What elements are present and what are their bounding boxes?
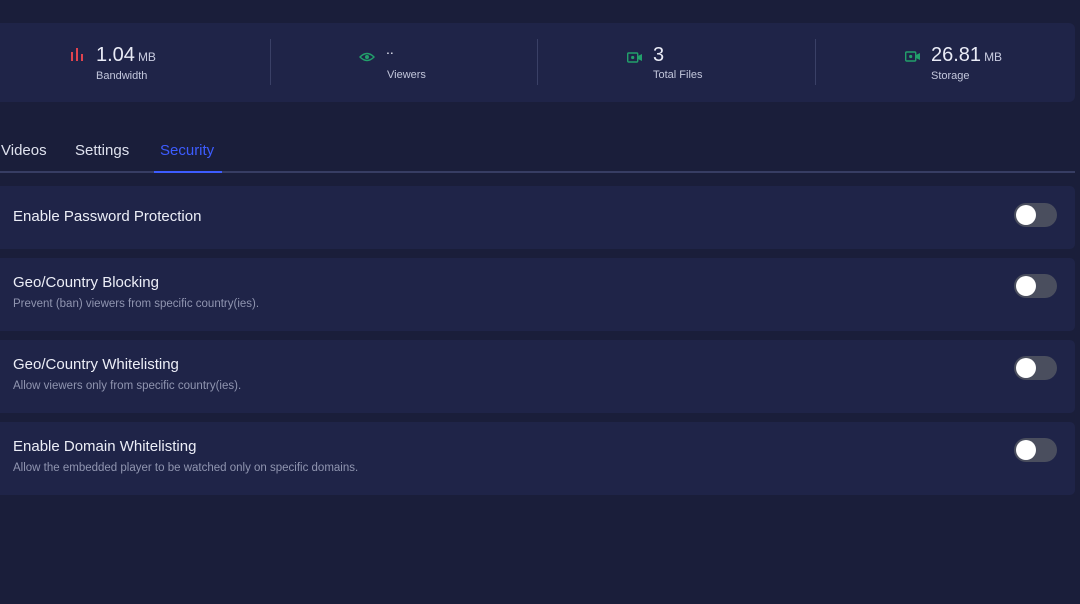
stat-label: Storage <box>931 70 970 82</box>
toggle-knob <box>1016 440 1036 460</box>
video-camera-icon <box>904 49 921 67</box>
divider <box>270 39 271 85</box>
setting-title: Enable Password Protection <box>13 208 202 225</box>
setting-description: Allow viewers only from specific country… <box>13 380 242 392</box>
toggle-knob <box>1016 358 1036 378</box>
tab-videos[interactable]: Videos <box>1 142 47 159</box>
eye-icon <box>359 49 375 67</box>
toggle-knob <box>1016 205 1036 225</box>
stat-value: .. <box>386 41 394 57</box>
setting-geo-blocking: Geo/Country Blocking Prevent (ban) viewe… <box>0 258 1075 331</box>
setting-description: Prevent (ban) viewers from specific coun… <box>13 298 260 310</box>
setting-password-protection: Enable Password Protection <box>0 186 1075 249</box>
domain-whitelisting-toggle[interactable] <box>1014 438 1057 462</box>
setting-title: Geo/Country Blocking <box>13 274 159 291</box>
setting-domain-whitelisting: Enable Domain Whitelisting Allow the emb… <box>0 422 1075 495</box>
setting-geo-whitelisting: Geo/Country Whitelisting Allow viewers o… <box>0 340 1075 413</box>
setting-title: Enable Domain Whitelisting <box>13 438 197 455</box>
stat-label: Total Files <box>653 69 703 81</box>
video-camera-icon <box>626 50 643 68</box>
geo-blocking-toggle[interactable] <box>1014 274 1057 298</box>
stat-value: 1.04 MB <box>96 44 156 66</box>
password-protection-toggle[interactable] <box>1014 203 1057 227</box>
stat-label: Viewers <box>387 69 426 81</box>
tab-bar: Videos Settings Security <box>0 130 1075 173</box>
divider <box>537 39 538 85</box>
bar-chart-icon <box>70 47 84 66</box>
active-tab-indicator <box>154 171 222 173</box>
toggle-knob <box>1016 276 1036 296</box>
geo-whitelisting-toggle[interactable] <box>1014 356 1057 380</box>
setting-title: Geo/Country Whitelisting <box>13 356 179 373</box>
stat-value: 26.81 MB <box>931 44 1003 66</box>
setting-description: Allow the embedded player to be watched … <box>13 462 359 474</box>
stat-value: 3 <box>653 44 665 66</box>
divider <box>815 39 816 85</box>
stat-label: Bandwidth <box>96 70 148 82</box>
stats-card: 1.04 MB Bandwidth .. Viewers 3 Total File… <box>0 23 1075 102</box>
tab-settings[interactable]: Settings <box>75 142 129 159</box>
tab-security[interactable]: Security <box>160 142 214 159</box>
